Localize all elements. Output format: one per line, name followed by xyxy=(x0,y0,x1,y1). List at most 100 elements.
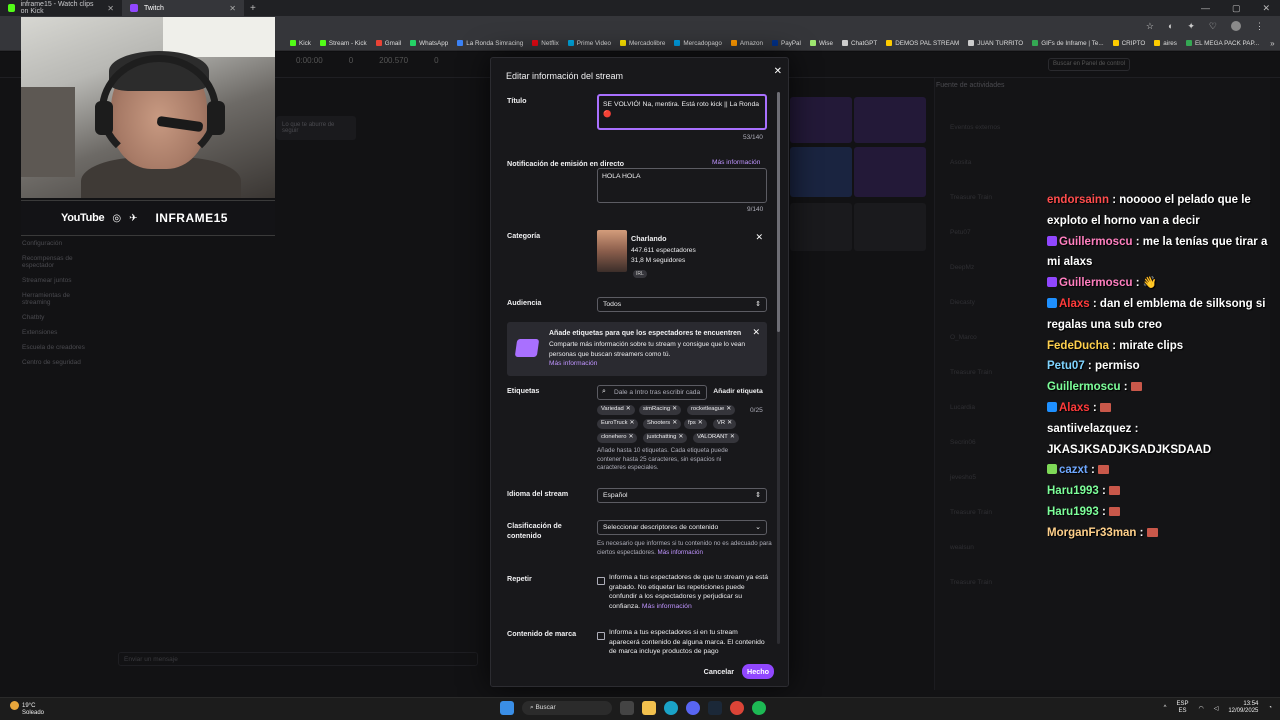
chat-username[interactable]: Haru1993 xyxy=(1047,485,1099,497)
window-close-icon[interactable]: ✕ xyxy=(1262,3,1270,14)
chat-username[interactable]: cazxt xyxy=(1059,464,1088,476)
remove-tag-icon[interactable]: ✕ xyxy=(672,420,677,426)
classification-select[interactable]: Seleccionar descriptores de contenido ⌄ xyxy=(597,520,767,535)
brand-checkbox[interactable] xyxy=(597,632,605,640)
task-view-icon[interactable] xyxy=(620,701,634,715)
chevron-up-icon[interactable]: ^ xyxy=(1164,705,1167,711)
dashboard-sidebar-item[interactable]: Configuración xyxy=(0,236,120,251)
tag-chip[interactable]: fps ✕ xyxy=(684,419,707,429)
bookmark-item[interactable]: aires xyxy=(1154,40,1177,47)
dashboard-sidebar-item[interactable]: Extensiones xyxy=(0,325,120,340)
chat-username[interactable]: Guillermoscu xyxy=(1047,381,1121,393)
dashboard-sidebar-item[interactable]: Streamear juntos xyxy=(0,273,120,288)
maximize-icon[interactable]: ▢ xyxy=(1232,3,1241,14)
audience-select[interactable]: Todos ⇕ xyxy=(597,297,767,312)
bookmark-item[interactable]: PayPal xyxy=(772,40,801,47)
dashboard-sidebar-item[interactable]: Centro de seguridad xyxy=(0,355,120,370)
bookmark-item[interactable]: La Ronda Simracing xyxy=(457,40,523,47)
bookmark-item[interactable]: Gmail xyxy=(375,40,401,47)
chat-username[interactable]: Alaxs xyxy=(1059,402,1090,414)
modal-scrollbar[interactable] xyxy=(777,92,780,644)
bookmark-item[interactable]: Amazon xyxy=(730,40,763,47)
chat-username[interactable]: santiivelazquez xyxy=(1047,423,1131,435)
dashboard-search[interactable]: Buscar en Panel de control xyxy=(1048,58,1130,71)
spotify-icon[interactable] xyxy=(752,701,766,715)
dashboard-sidebar-item[interactable]: Chatbty xyxy=(0,310,120,325)
menu-dots-icon[interactable]: ⋮ xyxy=(1255,21,1264,32)
taskbar-search[interactable]: ⌕ Buscar xyxy=(522,701,612,715)
remove-tag-icon[interactable]: ✕ xyxy=(730,434,735,440)
language-indicator[interactable]: ESP ES xyxy=(1176,701,1188,715)
windows-start-icon[interactable] xyxy=(500,701,514,715)
dashboard-sidebar-item[interactable]: Recompensas de espectador xyxy=(0,251,120,273)
title-input[interactable]: SE VOLVIÓ! Na, mentira. Está roto kick |… xyxy=(597,94,767,130)
remove-tag-icon[interactable]: ✕ xyxy=(628,434,633,440)
weather-widget[interactable]: 19°C Soleado xyxy=(10,701,44,717)
chat-username[interactable]: endorsainn xyxy=(1047,194,1109,206)
tags-input[interactable]: ⌕ Dale a Intro tras escribir cada xyxy=(597,385,707,400)
bookmark-item[interactable]: Mercadolibre xyxy=(619,40,665,47)
bookmark-item[interactable]: CRIPTO xyxy=(1112,40,1145,47)
close-tab-icon[interactable]: ✕ xyxy=(229,4,236,13)
chrome-icon[interactable] xyxy=(730,701,744,715)
remove-category-icon[interactable]: ✕ xyxy=(755,232,763,243)
promo-more-info-link[interactable]: Más información xyxy=(549,360,597,367)
remove-tag-icon[interactable]: ✕ xyxy=(678,434,683,440)
steam-icon[interactable] xyxy=(708,701,722,715)
chat-username[interactable]: Guillermoscu xyxy=(1059,277,1133,289)
notification-input[interactable]: HOLA HOLA xyxy=(597,168,767,203)
bookmark-item[interactable]: Kick xyxy=(290,40,311,47)
remove-tag-icon[interactable]: ✕ xyxy=(698,420,703,426)
chat-input[interactable]: Enviar un mensaje xyxy=(118,652,478,666)
bookmark-item[interactable]: ChatGPT xyxy=(841,40,877,47)
bookmark-item[interactable]: JUAN TURRITO xyxy=(968,40,1023,47)
close-promo-icon[interactable]: ✕ xyxy=(752,327,760,338)
tag-chip[interactable]: VR ✕ xyxy=(713,419,736,429)
tag-chip[interactable]: Variedad ✕ xyxy=(597,405,635,415)
notification-bell-icon[interactable]: ◔ xyxy=(1268,705,1272,711)
remove-tag-icon[interactable]: ✕ xyxy=(672,406,677,412)
tag-chip[interactable]: clonehero ✕ xyxy=(597,433,638,443)
clock[interactable]: 13:54 12/09/2025 xyxy=(1228,701,1258,715)
classification-more-info-link[interactable]: Más información xyxy=(658,549,703,556)
dashboard-sidebar-item[interactable]: Escuela de creadores xyxy=(0,340,120,355)
tag-chip[interactable]: EuroTruck ✕ xyxy=(597,419,639,429)
remove-tag-icon[interactable]: ✕ xyxy=(630,420,635,426)
add-tag-button[interactable]: Añadir etiqueta xyxy=(709,385,767,400)
profile-avatar[interactable] xyxy=(1231,21,1241,31)
bookmark-item[interactable]: DEMOS PAL STREAM xyxy=(886,40,959,47)
volume-icon[interactable]: ◁ xyxy=(1214,705,1219,712)
bookmark-item[interactable]: Netflix xyxy=(532,40,559,47)
tag-chip[interactable]: rocketleague ✕ xyxy=(687,405,736,415)
bookmark-item[interactable]: EL MEGA PACK PAP... xyxy=(1185,40,1259,47)
tab-twitch[interactable]: Twitch ✕ xyxy=(122,0,244,16)
bookmark-item[interactable]: Prime Video xyxy=(567,40,611,47)
chat-username[interactable]: FedeDucha xyxy=(1047,340,1109,352)
language-select[interactable]: Español ⇕ xyxy=(597,488,767,503)
category-card[interactable]: Charlando 447.611 espectadores 31,8 M se… xyxy=(597,230,767,280)
bookmark-item[interactable]: WhatsApp xyxy=(410,40,448,47)
repeat-more-info-link[interactable]: Más información xyxy=(642,603,692,610)
bookmark-item[interactable]: Stream - Kick xyxy=(319,40,367,47)
remove-tag-icon[interactable]: ✕ xyxy=(727,420,732,426)
tag-chip[interactable]: justchatting ✕ xyxy=(643,433,688,443)
done-button[interactable]: Hecho xyxy=(742,664,774,679)
chat-username[interactable]: MorganFr33man xyxy=(1047,527,1136,539)
bookmark-item[interactable]: Mercadopago xyxy=(674,40,722,47)
close-tab-icon[interactable]: ✕ xyxy=(107,4,114,13)
minimize-icon[interactable]: — xyxy=(1201,3,1210,14)
chat-username[interactable]: Petu07 xyxy=(1047,360,1085,372)
repeat-checkbox[interactable] xyxy=(597,577,605,585)
file-explorer-icon[interactable] xyxy=(642,701,656,715)
chat-username[interactable]: Alaxs xyxy=(1059,298,1090,310)
bookmark-item[interactable]: GIFs de Inframe | Te... xyxy=(1032,40,1104,47)
bookmark-item[interactable]: Wise xyxy=(809,40,833,47)
heart-icon[interactable]: ♡ xyxy=(1209,21,1217,32)
remove-tag-icon[interactable]: ✕ xyxy=(726,406,731,412)
remove-tag-icon[interactable]: ✕ xyxy=(626,406,631,412)
tab-kick[interactable]: inframe15 - Watch clips on Kick ✕ xyxy=(0,0,122,16)
close-icon[interactable]: ✕ xyxy=(774,66,782,77)
chat-username[interactable]: Guillermoscu xyxy=(1059,236,1133,248)
wifi-icon[interactable]: ◠ xyxy=(1198,705,1203,712)
notification-more-info-link[interactable]: Más información xyxy=(712,159,760,166)
